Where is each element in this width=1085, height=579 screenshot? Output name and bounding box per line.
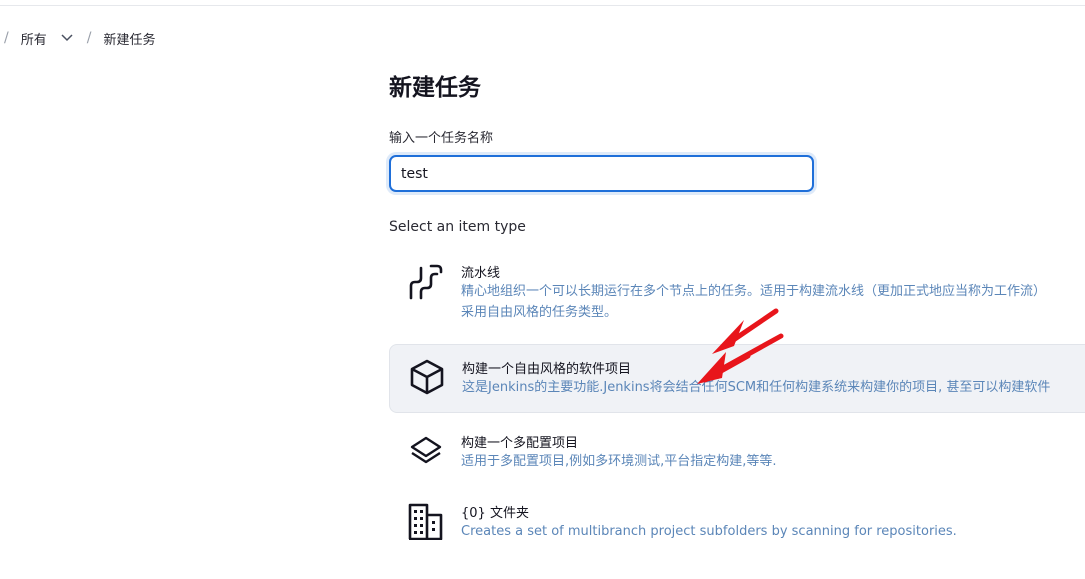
page-title: 新建任务 bbox=[389, 75, 481, 101]
item-type-folder[interactable]: {0} 文件夹 Creates a set of multibranch pro… bbox=[389, 494, 1085, 558]
new-item-form: 新建任务 输入一个任务名称 Select an item type 流水线 精心… bbox=[389, 0, 1085, 579]
breadcrumb: / 所有 / 新建任务 bbox=[0, 28, 163, 48]
item-type-label: Select an item type bbox=[389, 219, 526, 235]
item-type-description-line2: 采用自由风格的任务类型。 bbox=[461, 305, 618, 320]
item-type-freestyle[interactable]: 构建一个自由风格的软件项目 这是Jenkins的主要功能.Jenkins将会结合… bbox=[389, 344, 1085, 413]
item-type-description: 精心地组织一个可以长期运行在多个节点上的任务。适用于构建流水线（更加正式地应当称… bbox=[461, 284, 1047, 299]
item-type-pipeline[interactable]: 流水线 精心地组织一个可以长期运行在多个节点上的任务。适用于构建流水线（更加正式… bbox=[389, 252, 1085, 332]
breadcrumb-separator: / bbox=[86, 30, 92, 46]
chevron-down-icon[interactable] bbox=[61, 34, 73, 42]
pipeline-icon bbox=[407, 262, 445, 300]
item-type-title: 构建一个自由风格的软件项目 bbox=[462, 362, 632, 377]
item-name-input[interactable] bbox=[389, 155, 814, 192]
breadcrumb-separator: / bbox=[4, 30, 9, 46]
item-type-title: 构建一个多配置项目 bbox=[461, 436, 579, 451]
cube-icon bbox=[408, 358, 446, 396]
building-icon bbox=[407, 502, 445, 541]
item-type-multi-configuration[interactable]: 构建一个多配置项目 适用于多配置项目,例如多环境测试,平台指定构建,等等. bbox=[389, 424, 1085, 490]
item-type-description: 适用于多配置项目,例如多环境测试,平台指定构建,等等. bbox=[461, 454, 777, 469]
item-name-label: 输入一个任务名称 bbox=[389, 131, 494, 146]
breadcrumb-item-all[interactable]: 所有 bbox=[21, 29, 47, 48]
item-type-title: 流水线 bbox=[461, 266, 501, 281]
item-type-description: 这是Jenkins的主要功能.Jenkins将会结合任何SCM和任何构建系统来构… bbox=[462, 380, 1051, 395]
item-type-description: Creates a set of multibranch project sub… bbox=[461, 524, 957, 539]
item-type-title: {0} 文件夹 bbox=[461, 506, 529, 521]
layers-icon bbox=[407, 432, 445, 470]
breadcrumb-item-new-item[interactable]: 新建任务 bbox=[103, 29, 155, 48]
